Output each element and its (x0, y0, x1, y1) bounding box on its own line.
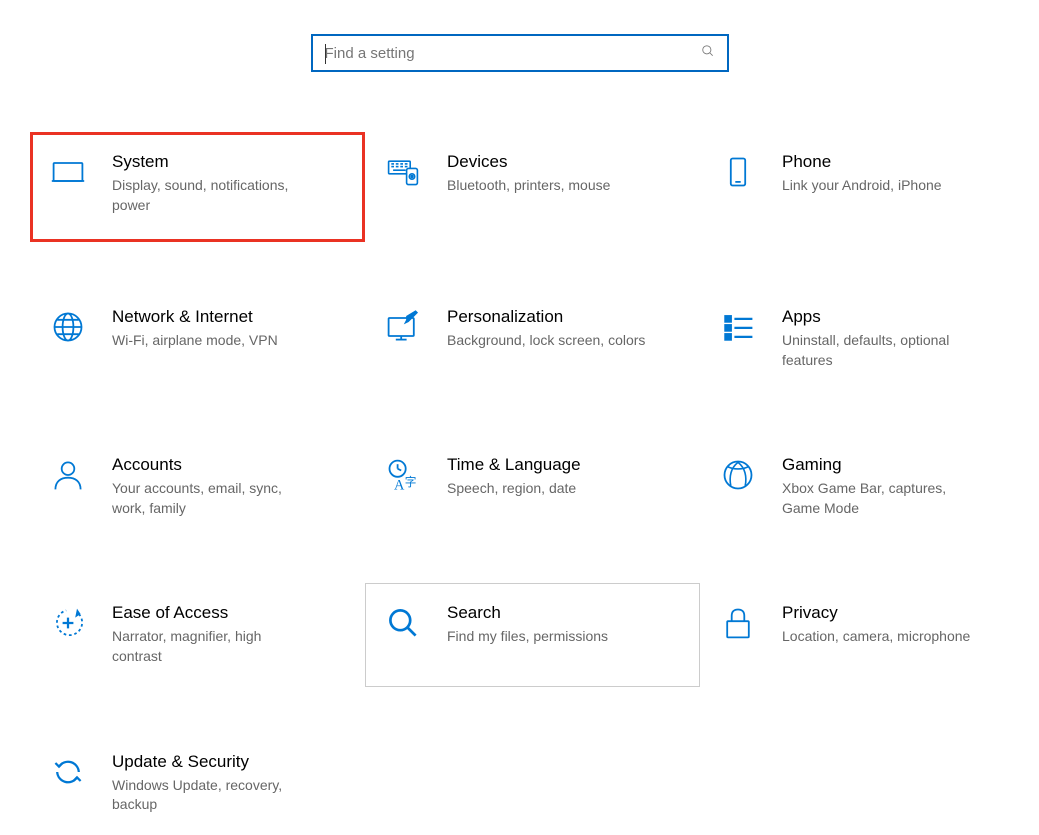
personalization-icon (383, 307, 423, 347)
tile-title: Privacy (782, 603, 1020, 623)
tile-title: System (112, 152, 350, 172)
tile-apps[interactable]: Apps Uninstall, defaults, optional featu… (700, 287, 1035, 390)
svg-text:A: A (394, 478, 405, 494)
tile-desc: Your accounts, email, sync, work, family (112, 479, 312, 518)
tile-desc: Xbox Game Bar, captures, Game Mode (782, 479, 982, 518)
accounts-icon (48, 455, 88, 495)
tile-title: Network & Internet (112, 307, 350, 327)
search-icon (701, 44, 715, 62)
tile-search[interactable]: Search Find my files, permissions (365, 583, 700, 686)
tile-title: Ease of Access (112, 603, 350, 623)
search-box[interactable] (311, 34, 729, 72)
tile-text: Search Find my files, permissions (447, 603, 685, 647)
tile-desc: Speech, region, date (447, 479, 647, 499)
tile-system[interactable]: System Display, sound, notifications, po… (30, 132, 365, 242)
svg-text:字: 字 (405, 475, 417, 489)
tile-text: Privacy Location, camera, microphone (782, 603, 1020, 647)
tile-text: System Display, sound, notifications, po… (112, 152, 350, 215)
tile-title: Personalization (447, 307, 685, 327)
tile-title: Time & Language (447, 455, 685, 475)
search-tile-icon (383, 603, 423, 643)
tile-text: Accounts Your accounts, email, sync, wor… (112, 455, 350, 518)
apps-icon (718, 307, 758, 347)
privacy-icon (718, 603, 758, 643)
tile-gaming[interactable]: Gaming Xbox Game Bar, captures, Game Mod… (700, 435, 1035, 538)
tile-desc: Location, camera, microphone (782, 627, 982, 647)
network-icon (48, 307, 88, 347)
tile-ease[interactable]: Ease of Access Narrator, magnifier, high… (30, 583, 365, 686)
text-cursor (325, 44, 326, 64)
tile-phone[interactable]: Phone Link your Android, iPhone (700, 132, 1035, 242)
tile-desc: Bluetooth, printers, mouse (447, 176, 647, 196)
tile-text: Phone Link your Android, iPhone (782, 152, 1020, 196)
tile-desc: Narrator, magnifier, high contrast (112, 627, 312, 666)
tile-devices[interactable]: Devices Bluetooth, printers, mouse (365, 132, 700, 242)
tile-text: Devices Bluetooth, printers, mouse (447, 152, 685, 196)
phone-icon (718, 152, 758, 192)
tile-text: Apps Uninstall, defaults, optional featu… (782, 307, 1020, 370)
system-icon (48, 152, 88, 192)
tile-time[interactable]: A 字 Time & Language Speech, region, date (365, 435, 700, 538)
tile-title: Accounts (112, 455, 350, 475)
search-container (0, 0, 1039, 132)
tile-text: Network & Internet Wi-Fi, airplane mode,… (112, 307, 350, 351)
tile-title: Devices (447, 152, 685, 172)
tile-text: Update & Security Windows Update, recove… (112, 752, 350, 815)
time-language-icon: A 字 (383, 455, 423, 495)
tile-desc: Wi-Fi, airplane mode, VPN (112, 331, 312, 351)
tile-desc: Windows Update, recovery, backup (112, 776, 312, 815)
ease-of-access-icon (48, 603, 88, 643)
tile-desc: Display, sound, notifications, power (112, 176, 312, 215)
tile-text: Gaming Xbox Game Bar, captures, Game Mod… (782, 455, 1020, 518)
tile-text: Time & Language Speech, region, date (447, 455, 685, 499)
gaming-icon (718, 455, 758, 495)
update-security-icon (48, 752, 88, 792)
tile-title: Phone (782, 152, 1020, 172)
tile-network[interactable]: Network & Internet Wi-Fi, airplane mode,… (30, 287, 365, 390)
tile-title: Gaming (782, 455, 1020, 475)
tile-title: Search (447, 603, 685, 623)
tile-title: Update & Security (112, 752, 350, 772)
tile-desc: Find my files, permissions (447, 627, 647, 647)
tile-accounts[interactable]: Accounts Your accounts, email, sync, wor… (30, 435, 365, 538)
devices-icon (383, 152, 423, 192)
tile-text: Personalization Background, lock screen,… (447, 307, 685, 351)
tile-title: Apps (782, 307, 1020, 327)
tile-desc: Link your Android, iPhone (782, 176, 982, 196)
tile-text: Ease of Access Narrator, magnifier, high… (112, 603, 350, 666)
tile-desc: Background, lock screen, colors (447, 331, 647, 351)
search-input[interactable] (325, 45, 701, 62)
tile-personalization[interactable]: Personalization Background, lock screen,… (365, 287, 700, 390)
tile-desc: Uninstall, defaults, optional features (782, 331, 982, 370)
settings-grid: System Display, sound, notifications, po… (0, 132, 1039, 835)
tile-update[interactable]: Update & Security Windows Update, recove… (30, 732, 365, 835)
tile-privacy[interactable]: Privacy Location, camera, microphone (700, 583, 1035, 686)
